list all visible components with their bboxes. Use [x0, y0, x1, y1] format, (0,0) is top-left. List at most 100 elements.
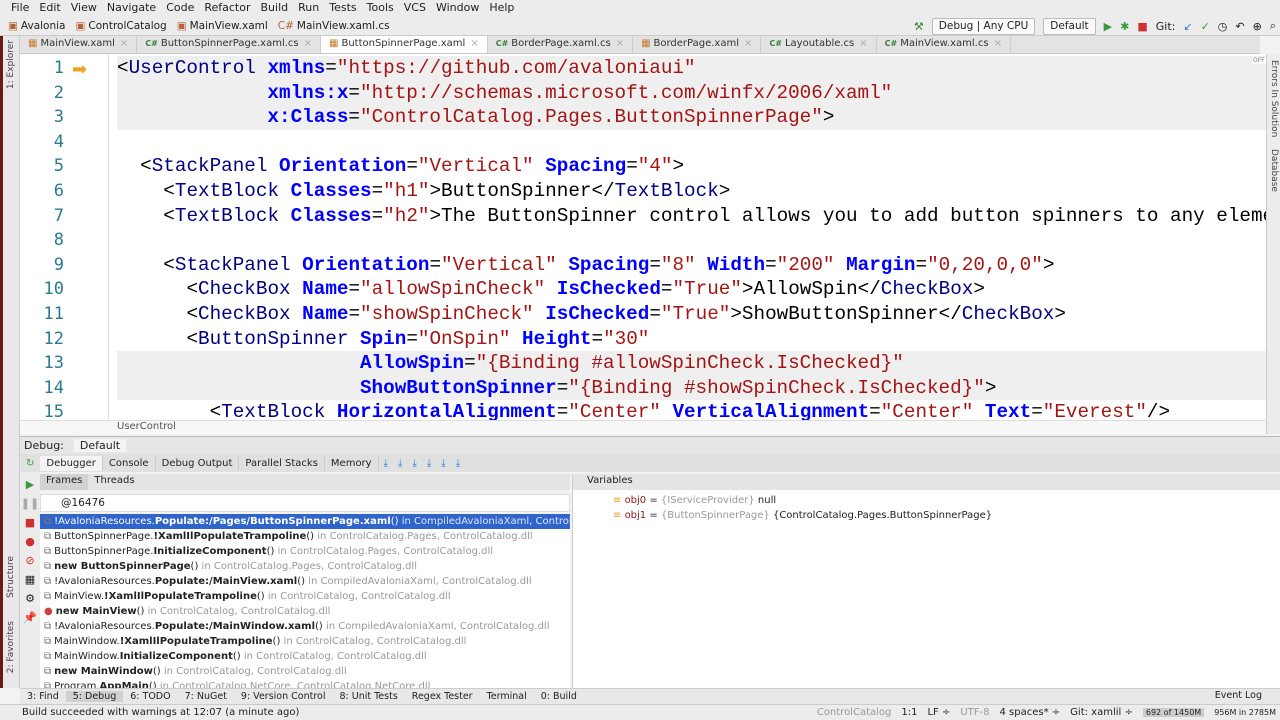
- run-icon[interactable]: ▶: [1104, 20, 1112, 33]
- pin-icon[interactable]: 📌: [23, 611, 37, 624]
- close-icon[interactable]: ×: [616, 38, 624, 49]
- git-update-icon[interactable]: ↙: [1183, 20, 1192, 33]
- event-log-button[interactable]: Event Log: [1215, 690, 1262, 701]
- tool-tab-version-control[interactable]: 9: Version Control: [234, 691, 333, 702]
- configuration-select[interactable]: Debug | Any CPU: [931, 17, 1036, 35]
- errors-tool-tab[interactable]: Errors In Solution: [1269, 60, 1279, 137]
- search-icon[interactable]: ⌕: [1270, 19, 1276, 33]
- stack-frame[interactable]: ⧉ MainView.!XamlIlPopulateTrampoline() in…: [40, 589, 570, 604]
- history-icon[interactable]: ◷: [1218, 20, 1228, 33]
- tab-parallel-stacks[interactable]: Parallel Stacks: [239, 455, 325, 471]
- favorites-tool-tab[interactable]: 2: Favorites: [6, 621, 16, 673]
- stack-frame[interactable]: ● new MainView() in ControlCatalog, Contr…: [40, 604, 570, 619]
- tool-tab-terminal[interactable]: Terminal: [480, 691, 534, 702]
- view-breakpoints-icon[interactable]: ●: [25, 535, 35, 548]
- step-into-icon[interactable]: ⤓: [393, 458, 407, 469]
- evaluate-icon[interactable]: ⤓: [451, 458, 465, 469]
- threads-tab[interactable]: Threads: [88, 474, 140, 490]
- breadcrumb-item[interactable]: ▣ MainView.xaml: [177, 20, 268, 32]
- resume-icon[interactable]: ▶: [26, 478, 34, 491]
- tab-buttonspinnerpage-xaml[interactable]: ▦ ButtonSpinnerPage.xaml ×: [321, 36, 488, 53]
- stop-icon[interactable]: ■: [25, 516, 35, 529]
- variable-row[interactable]: ≡ obj1 = {ButtonSpinnerPage} {ControlCat…: [573, 508, 1280, 523]
- rerun-icon[interactable]: ↻: [20, 458, 40, 469]
- stack-frame[interactable]: ⧉ Program.AppMain() in ControlCatalog.Net…: [40, 679, 570, 688]
- close-icon[interactable]: ×: [994, 38, 1002, 49]
- git-branch[interactable]: Git: xamlil ÷: [1070, 707, 1133, 718]
- thread-select[interactable]: @16476: [40, 494, 570, 512]
- tab-console[interactable]: Console: [103, 455, 156, 471]
- stop-icon[interactable]: ■: [1137, 20, 1147, 33]
- explorer-tool-tab[interactable]: 1: Explorer: [6, 40, 16, 89]
- menu-help[interactable]: Help: [484, 0, 519, 16]
- menu-vcs[interactable]: VCS: [399, 0, 431, 16]
- stack-frame[interactable]: ⧉ new MainWindow() in ControlCatalog, Con…: [40, 664, 570, 679]
- tool-tab-unit-tests[interactable]: 8: Unit Tests: [332, 691, 404, 702]
- tool-tab-regex-tester[interactable]: Regex Tester: [405, 691, 480, 702]
- frames-tab[interactable]: Frames: [40, 474, 89, 490]
- tab-memory[interactable]: Memory: [325, 455, 379, 471]
- close-icon[interactable]: ×: [744, 38, 752, 49]
- tool-tab-nuget[interactable]: 7: NuGet: [178, 691, 234, 702]
- menu-refactor[interactable]: Refactor: [199, 0, 255, 16]
- close-icon[interactable]: ×: [304, 38, 312, 49]
- tool-tab-debug[interactable]: 5: Debug: [65, 691, 124, 702]
- menu-tools[interactable]: Tools: [362, 0, 399, 16]
- tab-debug-output[interactable]: Debug Output: [156, 455, 240, 471]
- close-icon[interactable]: ×: [859, 38, 867, 49]
- tool-tab-find[interactable]: 3: Find: [20, 691, 66, 702]
- force-step-into-icon[interactable]: ⤓: [407, 458, 421, 469]
- breadcrumb-item[interactable]: ▣ ControlCatalog: [76, 20, 167, 32]
- close-icon[interactable]: ×: [120, 38, 128, 49]
- structure-tool-tab[interactable]: Structure: [6, 556, 16, 598]
- run-profile-select[interactable]: Default: [1043, 17, 1096, 35]
- menu-window[interactable]: Window: [431, 0, 484, 16]
- run-to-cursor-icon[interactable]: ⤓: [436, 458, 450, 469]
- memory-indicator[interactable]: 692 of 1450M: [1142, 707, 1205, 717]
- debug-session-tab[interactable]: Default: [73, 439, 127, 452]
- menu-navigate[interactable]: Navigate: [102, 0, 161, 16]
- variable-row[interactable]: ≡ obj0 = {IServiceProvider} null: [573, 493, 1280, 508]
- inspection-off-indicator[interactable]: OFF: [1252, 57, 1266, 64]
- breadcrumb-item[interactable]: ▣ Avalonia: [8, 20, 66, 32]
- tab-mainview-xaml[interactable]: ▦ MainView.xaml ×: [20, 36, 138, 53]
- status-project[interactable]: ControlCatalog: [817, 707, 892, 718]
- menu-build[interactable]: Build: [256, 0, 294, 16]
- stack-frame[interactable]: ⧉ MainWindow.InitializeComponent() in Con…: [40, 649, 570, 664]
- stack-frame[interactable]: ⧉ !AvaloniaResources.Populate:/Pages/Butt…: [40, 514, 570, 529]
- code-editor[interactable]: 1 <UserControl xmlns="https://github.com/…: [20, 54, 1266, 420]
- step-out-icon[interactable]: ⤓: [422, 458, 436, 469]
- revert-icon[interactable]: ↶: [1235, 20, 1244, 33]
- encoding[interactable]: UTF-8: [960, 707, 989, 718]
- tab-mainview-xaml-cs[interactable]: C# MainView.xaml.cs ×: [877, 36, 1011, 53]
- stack-frame[interactable]: ⧉ !AvaloniaResources.Populate:/MainWindow…: [40, 619, 570, 634]
- pause-icon[interactable]: ❚❚: [21, 497, 39, 510]
- tab-debugger[interactable]: Debugger: [40, 455, 103, 471]
- menu-edit[interactable]: Edit: [34, 0, 65, 16]
- tab-borderpage-xaml-cs[interactable]: C# BorderPage.xaml.cs ×: [488, 36, 634, 53]
- layout-icon[interactable]: ▦: [25, 573, 35, 586]
- menu-file[interactable]: File: [6, 0, 34, 16]
- tab-layoutable-cs[interactable]: C# Layoutable.cs ×: [761, 36, 877, 53]
- mute-breakpoints-icon[interactable]: ⊘: [25, 554, 34, 567]
- settings-icon[interactable]: ⚙: [25, 592, 35, 605]
- stack-frame[interactable]: ⧉ ButtonSpinnerPage.!XamlIlPopulateTrampo…: [40, 529, 570, 544]
- tab-borderpage-xaml[interactable]: ▦ BorderPage.xaml ×: [633, 36, 762, 53]
- editor-breadcrumb[interactable]: UserControl: [20, 420, 1266, 434]
- close-icon[interactable]: ×: [470, 38, 478, 49]
- stack-frame[interactable]: ⧉ !AvaloniaResources.Populate:/MainView.x…: [40, 574, 570, 589]
- stack-frame[interactable]: ⧉ new ButtonSpinnerPage() in ControlCatal…: [40, 559, 570, 574]
- menu-view[interactable]: View: [66, 0, 102, 16]
- step-over-icon[interactable]: ⤓: [379, 458, 393, 469]
- line-ending[interactable]: LF ÷: [927, 707, 950, 718]
- tab-buttonspinnerpage-xaml-cs[interactable]: C# ButtonSpinnerPage.xaml.cs ×: [137, 36, 321, 53]
- tool-tab-build[interactable]: 0: Build: [534, 691, 584, 702]
- indent-setting[interactable]: 4 spaces* ÷: [1000, 707, 1061, 718]
- menu-code[interactable]: Code: [161, 0, 199, 16]
- caret-position[interactable]: 1:1: [901, 707, 917, 718]
- tool-tab-todo[interactable]: 6: TODO: [123, 691, 177, 702]
- database-tool-tab[interactable]: Database: [1269, 149, 1279, 192]
- menu-tests[interactable]: Tests: [324, 0, 361, 16]
- debug-icon[interactable]: ✱: [1120, 20, 1129, 33]
- globe-icon[interactable]: ⊕: [1253, 20, 1262, 33]
